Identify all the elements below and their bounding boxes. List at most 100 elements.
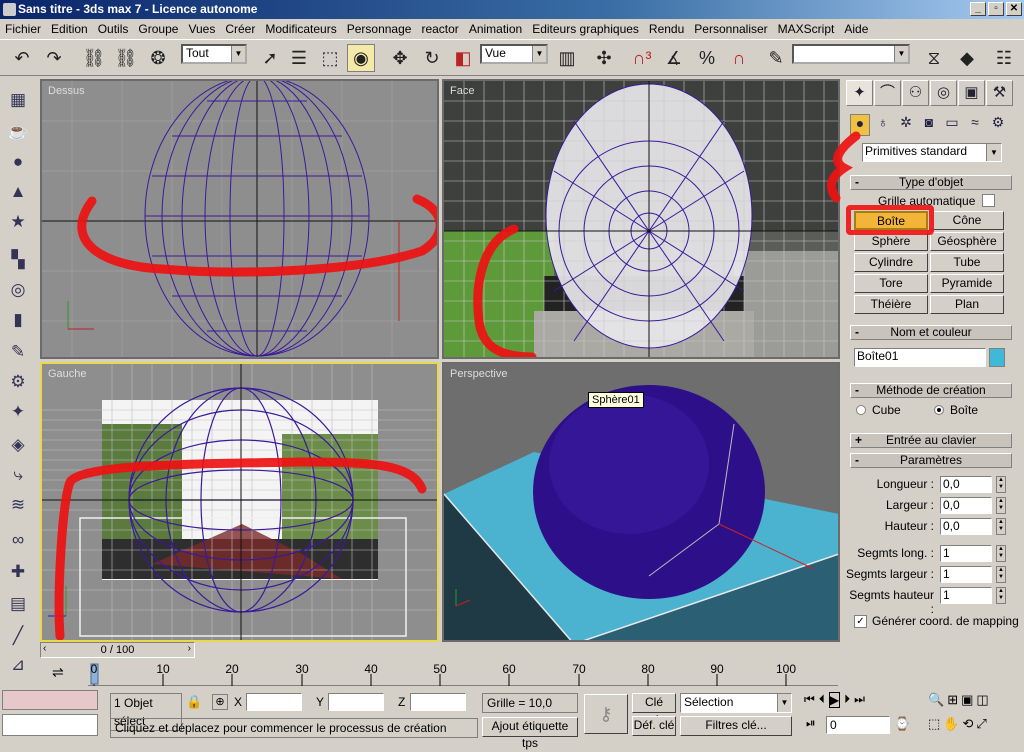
- segments-length-spinner[interactable]: ▲ ▼: [996, 545, 1006, 562]
- object-color-swatch[interactable]: [989, 348, 1005, 367]
- width-input[interactable]: 0,0: [940, 497, 992, 514]
- layer-icon[interactable]: ☷: [990, 44, 1018, 72]
- viewport-top[interactable]: Dessus: [40, 79, 439, 359]
- autogrid-checkbox[interactable]: [982, 194, 995, 207]
- rotate-icon[interactable]: ↻: [418, 44, 446, 72]
- viewport-left-label[interactable]: Gauche: [48, 368, 87, 380]
- box-radio[interactable]: [934, 405, 944, 415]
- lock-icon[interactable]: 🔒: [186, 694, 202, 710]
- menu-aide[interactable]: Aide: [839, 22, 873, 36]
- unlink-icon[interactable]: ⛓: [112, 44, 140, 72]
- create-box-icon[interactable]: ▦: [6, 88, 30, 112]
- goto-start-icon[interactable]: ⏮: [804, 692, 815, 708]
- menu-animation[interactable]: Animation: [464, 22, 527, 36]
- angle-snap-icon[interactable]: ∡: [660, 44, 688, 72]
- restore-button[interactable]: ▫: [988, 2, 1004, 16]
- menu-modificateurs[interactable]: Modificateurs: [260, 22, 341, 36]
- menu-rendu[interactable]: Rendu: [644, 22, 689, 36]
- zoom-extents-icon[interactable]: ▣: [961, 692, 973, 708]
- panel-icon[interactable]: ▤: [6, 592, 30, 616]
- set-key-button[interactable]: Déf. clé: [632, 716, 676, 736]
- torus-icon[interactable]: ◎: [6, 278, 30, 302]
- zoom-all-icon[interactable]: ⊞: [947, 692, 958, 708]
- lights-icon[interactable]: ✲: [896, 114, 916, 136]
- current-frame-input[interactable]: 0: [826, 716, 890, 734]
- height-spinner[interactable]: ▲ ▼: [996, 518, 1006, 535]
- cylinder-icon[interactable]: ▮: [6, 308, 30, 332]
- menu-creer[interactable]: Créer: [220, 22, 260, 36]
- x-coordinate-input[interactable]: [246, 693, 302, 711]
- key-mode-toggle-icon[interactable]: ⏯: [806, 716, 816, 731]
- length-input[interactable]: 0,0: [940, 476, 992, 493]
- menu-editeurs-graphiques[interactable]: Editeurs graphiques: [527, 22, 644, 36]
- motion-tab-icon[interactable]: ◎: [930, 80, 957, 106]
- cameras-icon[interactable]: ◙: [919, 114, 939, 136]
- named-selection-select[interactable]: ▼: [792, 44, 910, 64]
- segments-height-input[interactable]: 1: [940, 587, 992, 604]
- helpers-icon[interactable]: ▭: [942, 114, 962, 136]
- cone-button[interactable]: Cône: [930, 211, 1004, 230]
- manipulate-icon[interactable]: ✣: [590, 44, 618, 72]
- length-spinner[interactable]: ▲ ▼: [996, 476, 1006, 493]
- create-tab-icon[interactable]: ✦: [846, 80, 873, 106]
- spinner-snap-icon[interactable]: ∩: [725, 44, 753, 72]
- keyboard-entry-rollout[interactable]: + Entrée au clavier: [850, 433, 1012, 448]
- geosphere-button[interactable]: Géosphère: [930, 232, 1004, 251]
- hierarchy-tab-icon[interactable]: ⚇: [902, 80, 929, 106]
- pyramid-button[interactable]: Pyramide: [930, 274, 1004, 293]
- percent-snap-icon[interactable]: %: [693, 44, 721, 72]
- ruler-icon[interactable]: ╱: [6, 624, 30, 648]
- add-time-tag-button[interactable]: Ajout étiquette tps: [482, 717, 578, 750]
- key-mode-select[interactable]: Sélection ▼: [680, 693, 792, 713]
- pivot-icon[interactable]: ▥: [553, 44, 581, 72]
- teapot-icon[interactable]: ☕: [6, 120, 30, 144]
- zoom-extents-all-icon[interactable]: ◫: [976, 692, 988, 708]
- object-name-input[interactable]: Boîte01: [854, 348, 986, 367]
- scale-icon[interactable]: ◧: [449, 44, 477, 72]
- viewport-left[interactable]: Gauche: [40, 362, 439, 642]
- bind-space-warp-icon[interactable]: ❂: [144, 44, 172, 72]
- shapes-icon[interactable]: ♁: [873, 114, 893, 136]
- time-slider[interactable]: ‹ 0 / 100 ›: [40, 642, 195, 658]
- utilities-tab-icon[interactable]: ⚒: [986, 80, 1013, 106]
- time-next-icon[interactable]: ›: [188, 643, 191, 654]
- name-color-rollout[interactable]: - Nom et couleur: [850, 325, 1012, 340]
- sphere-icon[interactable]: ●: [6, 150, 30, 174]
- move-icon[interactable]: ✥: [386, 44, 414, 72]
- close-button[interactable]: ✕: [1006, 2, 1022, 16]
- align-icon[interactable]: ◆: [953, 44, 981, 72]
- object-type-rollout[interactable]: - Type d'objet: [850, 175, 1012, 190]
- menu-reactor[interactable]: reactor: [416, 22, 463, 36]
- width-spinner[interactable]: ▲ ▼: [996, 497, 1006, 514]
- creation-method-rollout[interactable]: - Méthode de création: [850, 383, 1012, 398]
- region-select-icon[interactable]: ⬚: [316, 44, 344, 72]
- segments-length-input[interactable]: 1: [940, 545, 992, 562]
- z-coordinate-input[interactable]: [410, 693, 466, 711]
- systems-icon[interactable]: ⚙: [988, 114, 1008, 136]
- maxscript-input[interactable]: [2, 714, 98, 736]
- reference-coord-select[interactable]: Vue ▼: [480, 44, 548, 64]
- star-icon[interactable]: ★: [6, 210, 30, 234]
- segments-width-input[interactable]: 1: [940, 566, 992, 583]
- menu-personnaliser[interactable]: Personnaliser: [689, 22, 772, 36]
- maximize-viewport-icon[interactable]: ⤢: [976, 716, 986, 732]
- goto-end-icon[interactable]: ⏭: [854, 692, 865, 708]
- track-bar-icon[interactable]: ⇌: [52, 664, 64, 681]
- viewport-perspective[interactable]: Perspective Sphère01: [442, 362, 840, 642]
- menu-edition[interactable]: Edition: [46, 22, 93, 36]
- checker-icon[interactable]: ▚: [6, 248, 30, 272]
- menu-maxscript[interactable]: MAXScript: [773, 22, 840, 36]
- link-icon[interactable]: ⛓: [80, 44, 108, 72]
- brush-icon[interactable]: ✎: [6, 340, 30, 364]
- selection-filter-select[interactable]: Tout ▼: [181, 44, 247, 64]
- modify-tab-icon[interactable]: ⌒: [874, 80, 901, 106]
- viewport-front[interactable]: Face: [442, 79, 840, 359]
- display-tab-icon[interactable]: ▣: [958, 80, 985, 106]
- menu-personnage[interactable]: Personnage: [342, 22, 417, 36]
- biped-icon[interactable]: ✚: [6, 560, 30, 584]
- bend-icon[interactable]: ⤷: [6, 463, 30, 487]
- pan-icon[interactable]: ✋: [943, 716, 959, 732]
- cone-icon[interactable]: ▲: [6, 180, 30, 204]
- viewport-front-label[interactable]: Face: [450, 85, 474, 97]
- arc-rotate-icon[interactable]: ⟲: [962, 716, 973, 732]
